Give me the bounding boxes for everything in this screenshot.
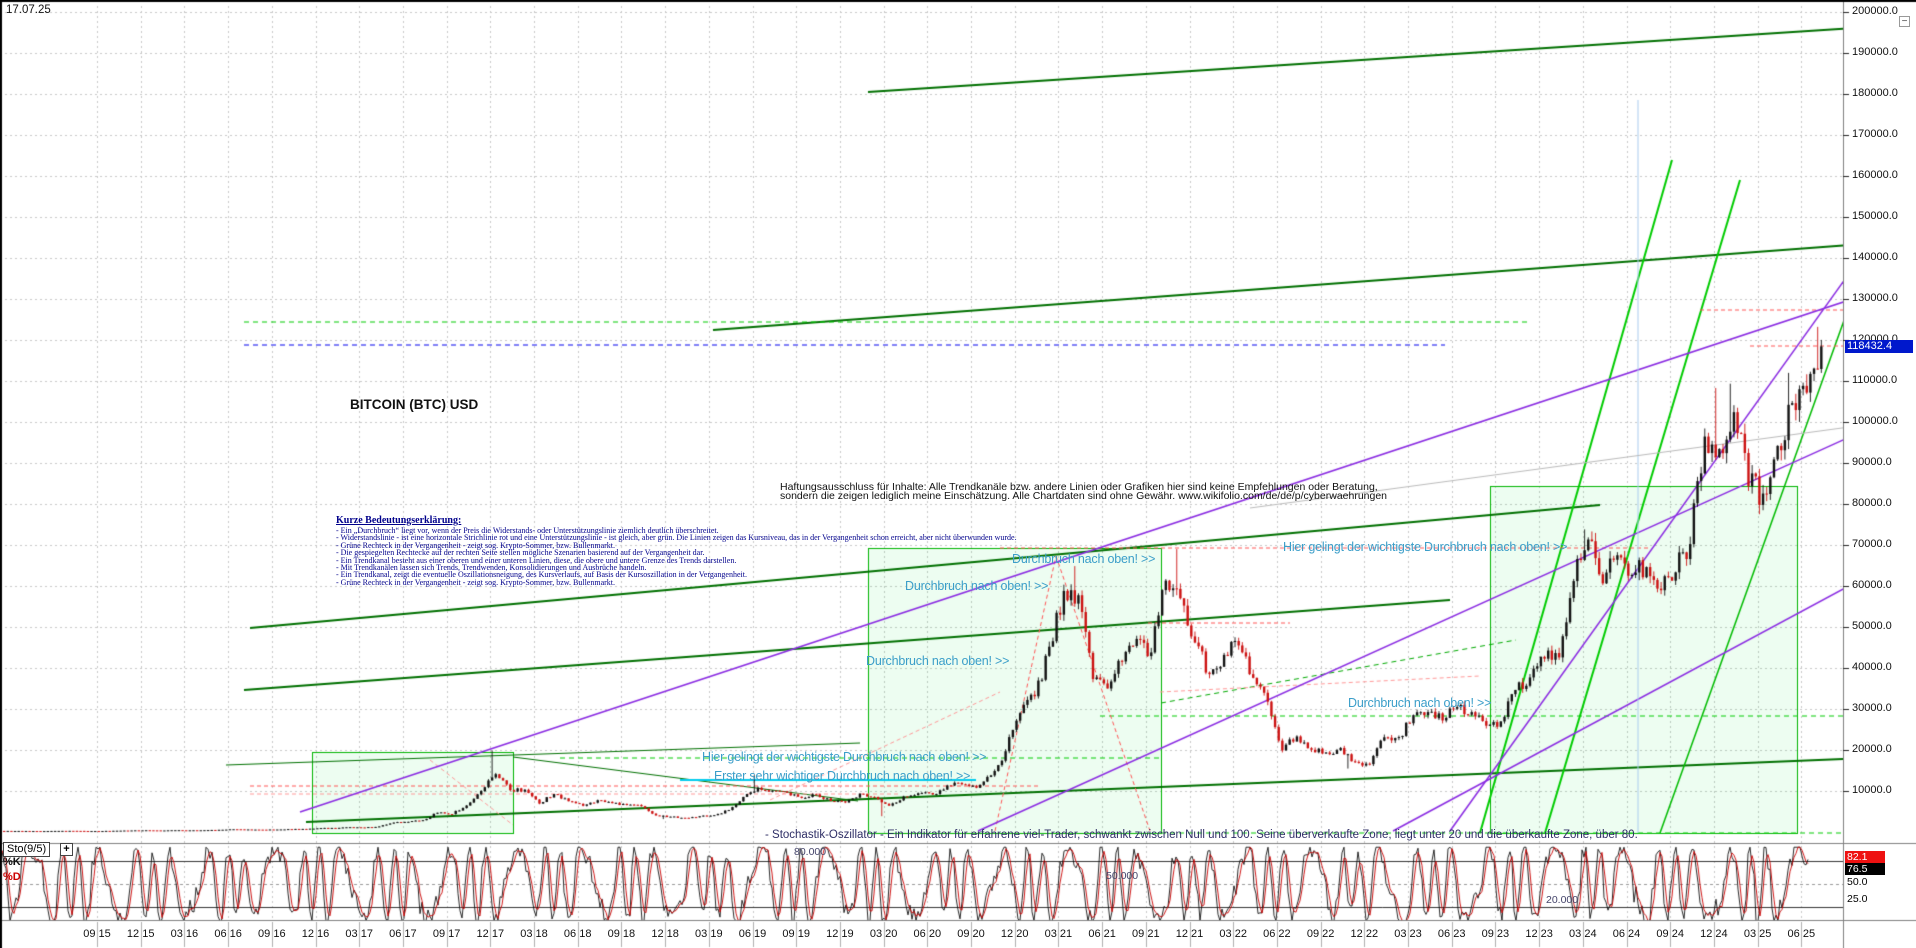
price-axis-label: 200000.0 [1852,5,1898,17]
price-axis-label: 10000.0 [1852,784,1892,796]
time-axis-label: 06 19 [739,928,767,940]
price-axis-label: 160000.0 [1852,169,1898,181]
time-axis-label: 09 21 [1132,928,1160,940]
time-axis-label: 06 20 [914,928,942,940]
time-axis-label: 12 20 [1001,928,1029,940]
time-axis-label: 12 15 [127,928,155,940]
time-axis-label: 09 24 [1656,928,1684,940]
time-axis-label: 03 23 [1394,928,1422,940]
price-axis-label: 140000.0 [1852,251,1898,263]
chart-window: 17.07.25 BITCOIN (BTC) USD Haftungsaussc… [0,0,1916,948]
price-axis-label: 20000.0 [1852,743,1892,755]
percent-d-label: %D [3,871,21,883]
price-axis-label: 190000.0 [1852,46,1898,58]
time-axis-label: 12 21 [1176,928,1204,940]
time-axis-label: 03 19 [695,928,723,940]
time-axis-label: 06 17 [389,928,417,940]
breakout-annotation: Durchbruch nach oben! >> [905,579,1048,593]
disclaimer-line-2: sondern die zeigen lediglich meine Einsc… [780,492,1387,500]
time-axis-label: 09 23 [1482,928,1510,940]
add-indicator-button[interactable]: + [60,843,73,856]
time-axis-label: 06 24 [1613,928,1641,940]
chart-title: BITCOIN (BTC) USD [350,397,478,412]
time-axis-label: 09 15 [83,928,111,940]
oscillator-description: - Stochastik-Oszillator - Ein Indikator … [765,829,1638,841]
price-axis-label: 80000.0 [1852,497,1892,509]
oscillator-value-label: 76.5 [1845,863,1885,875]
breakout-annotation: Durchbruch nach oben! >> [1348,696,1491,710]
time-axis-label: 06 18 [564,928,592,940]
price-axis-label: 60000.0 [1852,579,1892,591]
oscillator-level-label: 50.000 [1106,870,1138,882]
time-axis-label: 09 17 [433,928,461,940]
oscillator-level-label: 20.000 [1546,894,1578,906]
time-axis-label: 06 16 [214,928,242,940]
time-axis-label: 09 16 [258,928,286,940]
price-axis-label: 100000.0 [1852,415,1898,427]
time-axis-label: 12 22 [1351,928,1379,940]
breakout-annotation: Hier gelingt der wichtigste Durchbruch n… [702,750,986,764]
price-axis-label: 130000.0 [1852,292,1898,304]
price-axis-label: 30000.0 [1852,702,1892,714]
time-axis-label: 12 17 [477,928,505,940]
time-axis-label: 12 18 [651,928,679,940]
price-axis-label: 110000.0 [1852,374,1897,386]
stochastic-indicator-button[interactable]: Sto(9/5) [3,842,50,857]
time-axis-label: 12 24 [1700,928,1728,940]
time-axis-label: 06 23 [1438,928,1466,940]
price-chart-canvas[interactable] [0,0,1916,948]
time-axis-label: 09 18 [608,928,636,940]
price-axis-label: 40000.0 [1852,661,1892,673]
price-axis-label: 180000.0 [1852,87,1898,99]
price-axis-label: 150000.0 [1852,210,1898,222]
price-axis-label: 170000.0 [1852,128,1898,140]
breakout-annotation: Hier gelingt der wichtigste Durchbruch n… [1283,540,1567,554]
breakout-annotation: Durchbruch nach oben! >> [1012,552,1155,566]
time-axis-label: 03 25 [1744,928,1772,940]
date-label: 17.07.25 [6,4,51,16]
time-axis-label: 06 25 [1788,928,1816,940]
oscillator-value-label: 25.0 [1845,893,1885,905]
oscillator-value-label: 50.0 [1845,876,1885,888]
explanation-title: Kurze Bedeutungserklärung: [336,515,1017,526]
time-axis-label: 03 18 [520,928,548,940]
time-axis-label: 09 19 [782,928,810,940]
time-axis-label: 03 17 [345,928,373,940]
time-axis-label: 09 20 [957,928,985,940]
breakout-annotation: Durchbruch nach oben! >> [866,654,1009,668]
time-axis-label: 06 22 [1263,928,1291,940]
current-price-label: 118432.4 [1845,340,1913,353]
time-axis-label: 03 22 [1219,928,1247,940]
time-axis-label: 06 21 [1088,928,1116,940]
time-axis-label: 12 23 [1525,928,1553,940]
time-axis-label: 03 24 [1569,928,1597,940]
time-axis-label: 12 16 [302,928,330,940]
time-axis-label: 03 20 [870,928,898,940]
time-axis-label: 12 19 [826,928,854,940]
oscillator-value-label: 82.1 [1845,851,1885,863]
price-axis-label: 90000.0 [1852,456,1892,468]
time-axis-label: 03 16 [171,928,199,940]
percent-k-label: %K [3,856,21,868]
price-axis-label: 70000.0 [1852,538,1892,550]
breakout-annotation: Erster sehr wichtiger Durchbruch nach ob… [714,769,970,783]
collapse-chart-icon[interactable]: − [1899,16,1910,27]
price-axis-label: 50000.0 [1852,620,1892,632]
explanation-block: Kurze Bedeutungserklärung: - Ein „Durchb… [336,515,1017,586]
oscillator-level-label: 80.000 [794,846,826,858]
time-axis-label: 09 22 [1307,928,1335,940]
time-axis-label: 03 21 [1045,928,1073,940]
